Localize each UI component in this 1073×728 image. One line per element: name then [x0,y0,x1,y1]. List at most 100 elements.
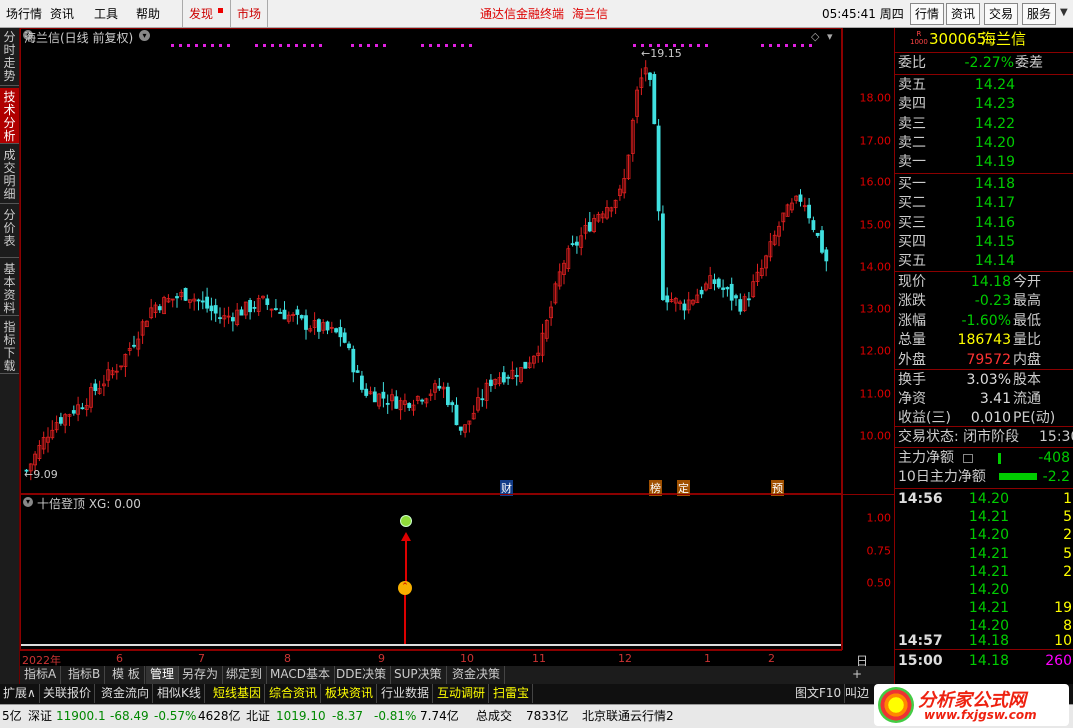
flower-icon [878,687,914,723]
diamond-icon[interactable]: ◇ [811,30,819,43]
sell-level-price: 14.24 [974,77,1015,93]
signal-dot [287,44,290,47]
collapse-icon[interactable]: ▾ [23,497,33,507]
nav-price-table[interactable]: 分价表 [0,206,19,258]
signal-dot [801,44,804,47]
candle-body [230,317,235,322]
candle-body [648,72,652,80]
chevron-down-icon[interactable]: ▾ [139,30,150,41]
candle-body [488,379,493,387]
tab-short-gene[interactable]: 短线基因 [210,684,266,703]
chevron-down-icon[interactable]: ▼ [1060,7,1068,18]
candle-body [359,375,364,390]
signal-dot [421,44,424,47]
list-icon[interactable] [963,454,973,463]
indicator-chart[interactable]: ⌃ ▾ 十倍登顶 XG: 0.00 [20,494,842,650]
tick-row: 15:00 14.18 260 [895,652,1073,671]
badge-icon: R 1000 [910,30,928,46]
signal-dot [263,44,266,47]
candle-body [80,407,85,410]
candle-body [699,289,704,295]
tab-industry-data[interactable]: 行业数据 [378,684,434,703]
tab-news[interactable]: 综合资讯 [266,684,322,703]
tab-extra[interactable]: 叫边 [842,684,872,703]
net10-bar [999,473,1037,480]
tick-price: 14.20 [968,491,1009,507]
candle-body [501,372,506,383]
tab-minesweeper[interactable]: 扫雷宝 [490,684,534,703]
tab-macd[interactable]: MACD基本 [266,666,335,684]
tick-price: 14.20 [968,582,1009,598]
candle-body [205,296,210,309]
quote-label: 现价 [898,274,926,290]
quote-label: 涨跌 [898,293,926,310]
sell-level-price: 14.23 [974,96,1015,113]
signal-icon: ⌃ [398,581,412,595]
tick-volume: 19 [1054,600,1072,617]
candle-body [811,220,816,230]
quote-value: 79572 [966,351,1011,368]
tab-bind[interactable]: 绑定到 [222,666,268,684]
nav-intraday[interactable]: 分时走势 [0,28,19,86]
menu-market[interactable]: 场行情 [0,0,48,28]
kline-chart[interactable]: ▾ 海兰信(日线 前复权) ▾ ◇ ▾ ←19.15 ←9.09 财 榜 定 预 [20,28,842,496]
nav-basic-info[interactable]: 基本资料 [0,260,19,316]
tick-row: 14:56 14.20 1 [895,490,1073,509]
candle-body [355,370,360,373]
tab-dde[interactable]: DDE决策 [332,666,392,684]
tab-fund[interactable]: 资金决策 [448,666,506,684]
candle-body [445,386,450,406]
tab-indicator-a[interactable]: 指标A [20,666,62,684]
nav-trades[interactable]: 成交明细 [0,146,19,204]
signal-dot [469,44,472,47]
signal-dot [319,44,322,47]
net10-row: 10日主力净额 -2.2 [895,468,1073,487]
quote-value: 14.18 [970,274,1011,290]
candle-body [454,404,459,426]
signal-dot [437,44,440,47]
candle-body [712,279,717,284]
trade-button[interactable]: 交易 [984,3,1019,25]
tab-investor-relations[interactable]: 互动调研 [434,684,490,703]
quote-button[interactable]: 行情 [910,3,945,25]
tab-sector-news[interactable]: 板块资讯 [322,684,378,703]
buy-level-row: 买四 14.15 [895,233,1073,252]
tab-fund-flow[interactable]: 资金流向 [98,684,154,703]
candle-body [824,249,829,262]
buy-level-row: 买五 14.14 [895,252,1073,271]
tab-expand[interactable]: 扩展∧ [0,684,40,703]
tab-indicator-b[interactable]: 指标B [64,666,106,684]
nav-indicator-download[interactable]: 指标下载 [0,318,19,374]
trade-time: 15:30 [1039,429,1073,445]
candle-body [458,426,463,431]
signal-dot [777,44,780,47]
news-button[interactable]: 资讯 [946,3,981,25]
status-item: -0.81% [374,709,417,723]
add-tab-button[interactable]: + [848,666,866,684]
tab-save-as[interactable]: 另存为 [178,666,224,684]
sell-level-row: 卖四 14.23 [895,95,1073,114]
candle-body [407,403,412,408]
menu-tools[interactable]: 工具 [88,0,124,28]
menu-discover[interactable]: 发现 [182,0,219,28]
service-button[interactable]: 服务 [1022,3,1057,25]
net10-value: -2.2 [1042,469,1070,485]
x-tick: 11 [532,652,546,665]
tab-similar-kline[interactable]: 相似K线 [154,684,205,703]
tab-template[interactable]: 模 板 [108,666,145,684]
menu-help[interactable]: 帮助 [130,0,166,28]
signal-dot [211,44,214,47]
sell-level-price: 14.20 [974,134,1015,151]
tab-related-quote[interactable]: 关联报价 [40,684,96,703]
tab-sup[interactable]: SUP决策 [390,666,447,684]
y-tick: 15.00 [859,218,892,232]
tab-manage[interactable]: 管理 [146,666,180,684]
menu-news[interactable]: 资讯 [44,0,80,28]
nav-technical[interactable]: 技术分析 [0,88,19,144]
tab-f10[interactable]: 图文F10 [792,684,846,703]
menu-market-tab[interactable]: 市场 [230,0,269,28]
chevron-down-icon[interactable]: ▾ [827,30,833,43]
buy-level-row: 买一 14.18 [895,175,1073,194]
candle-body [798,194,803,202]
stat-right-label: 股本 [1013,372,1041,388]
